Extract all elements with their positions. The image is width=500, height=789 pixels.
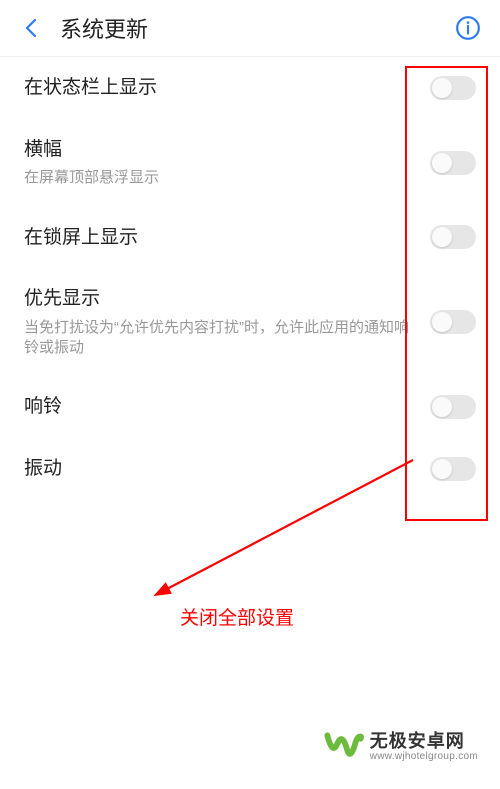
toggle-lockscreen[interactable] [430, 225, 476, 249]
info-button[interactable] [452, 12, 484, 44]
item-subtitle: 当免打扰设为“允许优先内容打扰”时，允许此应用的通知响铃或振动 [24, 318, 410, 359]
header-bar: 系统更新 [0, 0, 500, 56]
item-text: 振动 [24, 456, 430, 482]
item-banner[interactable]: 横幅 在屏幕顶部悬浮显示 [0, 119, 500, 207]
item-text: 在状态栏上显示 [24, 75, 430, 101]
brand-name-en: www.wjhotelgroup.com [370, 751, 478, 762]
toggle-ring[interactable] [430, 395, 476, 419]
back-button[interactable] [16, 12, 48, 44]
page-title: 系统更新 [60, 12, 452, 44]
brand-logo-icon [324, 727, 364, 767]
item-title: 响铃 [24, 394, 410, 420]
item-text: 横幅 在屏幕顶部悬浮显示 [24, 137, 430, 189]
info-icon [455, 15, 481, 41]
toggle-status-bar[interactable] [430, 76, 476, 100]
item-priority[interactable]: 优先显示 当免打扰设为“允许优先内容打扰”时，允许此应用的通知响铃或振动 [0, 268, 500, 376]
toggle-vibrate[interactable] [430, 457, 476, 481]
item-lockscreen[interactable]: 在锁屏上显示 [0, 207, 500, 269]
item-text: 在锁屏上显示 [24, 225, 430, 251]
item-text: 响铃 [24, 394, 430, 420]
item-title: 在锁屏上显示 [24, 225, 410, 251]
item-title: 振动 [24, 456, 410, 482]
brand-name-cn: 无极安卓网 [370, 732, 478, 752]
item-text: 优先显示 当免打扰设为“允许优先内容打扰”时，允许此应用的通知响铃或振动 [24, 286, 430, 358]
footer-brand: 无极安卓网 www.wjhotelgroup.com [324, 727, 478, 767]
item-title: 横幅 [24, 137, 410, 163]
item-title: 优先显示 [24, 286, 410, 312]
item-status-bar[interactable]: 在状态栏上显示 [0, 57, 500, 119]
toggle-banner[interactable] [430, 151, 476, 175]
toggle-priority[interactable] [430, 310, 476, 334]
item-vibrate[interactable]: 振动 [0, 438, 500, 500]
item-title: 在状态栏上显示 [24, 75, 410, 101]
annotation-label: 关闭全部设置 [180, 603, 294, 630]
back-arrow-icon [20, 16, 44, 40]
brand-text: 无极安卓网 www.wjhotelgroup.com [370, 732, 478, 763]
item-ring[interactable]: 响铃 [0, 376, 500, 438]
settings-list: 在状态栏上显示 横幅 在屏幕顶部悬浮显示 在锁屏上显示 优先显示 当免打扰设为“… [0, 57, 500, 500]
item-subtitle: 在屏幕顶部悬浮显示 [24, 168, 410, 188]
